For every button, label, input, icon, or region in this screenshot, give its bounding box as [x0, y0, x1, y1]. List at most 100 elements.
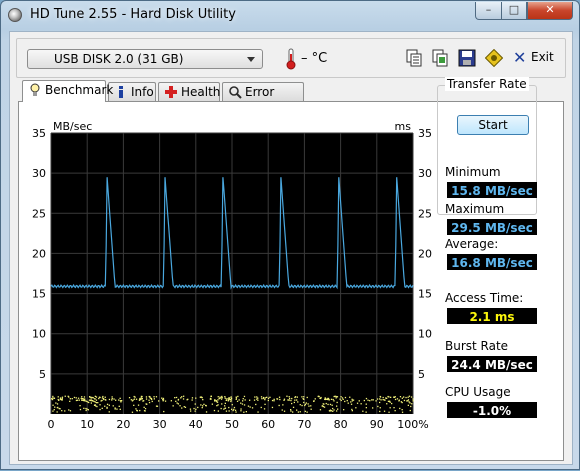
- access-time-dot: [138, 399, 141, 401]
- access-time-dot: [64, 395, 66, 397]
- access-time-dot: [179, 405, 181, 407]
- cpu-usage-value: -1.0%: [447, 402, 537, 418]
- access-time-dot: [133, 398, 136, 400]
- access-time-dot: [410, 405, 412, 408]
- access-time-dot: [255, 403, 257, 406]
- y-tick-label-right: 15: [418, 288, 432, 301]
- access-time-dot: [399, 396, 402, 398]
- access-time-dot: [210, 395, 212, 397]
- x-tick-label: 0: [48, 418, 55, 431]
- burst-rate-value: 24.4 MB/sec: [447, 356, 537, 372]
- access-time-dot: [403, 396, 405, 398]
- access-time-dot: [407, 404, 409, 406]
- access-time-dot: [233, 406, 236, 409]
- access-time-dot: [83, 396, 86, 398]
- access-time-dot: [88, 399, 91, 401]
- y-tick-label-left: 30: [32, 167, 46, 180]
- access-time-dot: [58, 407, 60, 410]
- access-time-dot: [203, 403, 205, 405]
- access-time-dot: [382, 399, 384, 401]
- access-time-dot: [267, 397, 270, 399]
- access-time-dot: [290, 399, 292, 402]
- access-time-dot: [68, 396, 70, 398]
- access-time-dot: [214, 399, 216, 401]
- access-time-dot: [119, 397, 121, 399]
- lightbulb-icon: [30, 83, 40, 96]
- access-time-dot: [299, 404, 301, 406]
- access-time-dot: [365, 397, 368, 400]
- access-time-dot: [335, 397, 337, 399]
- access-time-dot: [85, 400, 87, 402]
- access-time-dot: [375, 400, 377, 402]
- access-time-dot: [264, 403, 266, 405]
- access-time-dot: [116, 408, 118, 410]
- access-time-dot: [153, 396, 155, 398]
- access-time-dot: [78, 399, 80, 401]
- access-time-dot: [92, 400, 94, 402]
- access-time-dot: [231, 408, 233, 410]
- access-time-dot: [307, 403, 309, 405]
- access-time-dot: [293, 401, 295, 404]
- access-time-dot: [194, 410, 196, 412]
- access-time-dot: [249, 399, 251, 401]
- access-time-dot: [56, 403, 59, 405]
- access-time-dot: [181, 407, 183, 409]
- access-time-dot: [299, 411, 301, 413]
- access-time-dot: [115, 399, 117, 401]
- access-time-dot: [61, 399, 63, 401]
- access-time-dot: [213, 409, 216, 412]
- access-time-dot: [308, 405, 310, 407]
- access-time-dot: [398, 399, 400, 401]
- y-tick-label-left: 10: [32, 328, 46, 341]
- access-time-dot: [85, 409, 87, 412]
- access-time-dot: [323, 403, 325, 405]
- access-time-dot: [351, 410, 353, 412]
- tab-benchmark[interactable]: Benchmark: [22, 80, 113, 102]
- access-time-dot: [263, 408, 266, 410]
- y-tick-label-left: 20: [32, 247, 46, 260]
- maximum-value: 29.5 MB/sec: [447, 219, 537, 235]
- access-time-dot: [164, 400, 167, 402]
- access-time-dot: [310, 405, 312, 407]
- access-time-dot: [95, 399, 98, 401]
- access-time-dot: [412, 398, 414, 400]
- access-time-dot: [344, 400, 346, 403]
- x-tick-label: 60: [261, 418, 275, 431]
- access-time-dot: [379, 407, 381, 409]
- access-time-dot: [99, 404, 101, 406]
- access-time-dot: [193, 407, 195, 410]
- access-time-dot: [304, 404, 306, 407]
- access-time-dot: [271, 406, 274, 409]
- access-time-dot: [278, 404, 280, 407]
- access-time-dot: [104, 396, 106, 398]
- access-time-dot: [301, 396, 303, 398]
- access-time-dot: [90, 402, 92, 404]
- access-time-dot: [243, 395, 246, 398]
- access-time-dot: [408, 395, 411, 397]
- access-time-dot: [84, 400, 86, 402]
- access-time-dot: [95, 396, 98, 398]
- access-time-dot: [81, 396, 83, 398]
- access-time-dot: [225, 410, 228, 412]
- access-time-dot: [329, 410, 331, 412]
- access-time-dot: [75, 397, 77, 399]
- access-time-dot: [331, 404, 333, 406]
- access-time-dot: [324, 397, 326, 399]
- access-time-dot: [201, 407, 203, 409]
- access-time-dot: [339, 398, 341, 400]
- access-time-dot: [386, 403, 388, 405]
- access-time-dot: [346, 400, 348, 402]
- access-time-dot: [146, 403, 148, 405]
- access-time-dot: [205, 405, 207, 407]
- access-time-dot: [267, 399, 269, 402]
- access-time-dot: [94, 401, 96, 403]
- access-time-dot: [153, 398, 155, 400]
- access-time-dot: [297, 411, 299, 413]
- y-tick-label-right: 30: [418, 167, 432, 180]
- access-time-dot: [342, 398, 344, 400]
- x-tick-label: 30: [153, 418, 167, 431]
- access-time-dot: [162, 399, 165, 401]
- access-time-dot: [305, 402, 307, 404]
- burst-rate-label: Burst Rate: [445, 339, 509, 353]
- access-time-dot: [145, 396, 148, 398]
